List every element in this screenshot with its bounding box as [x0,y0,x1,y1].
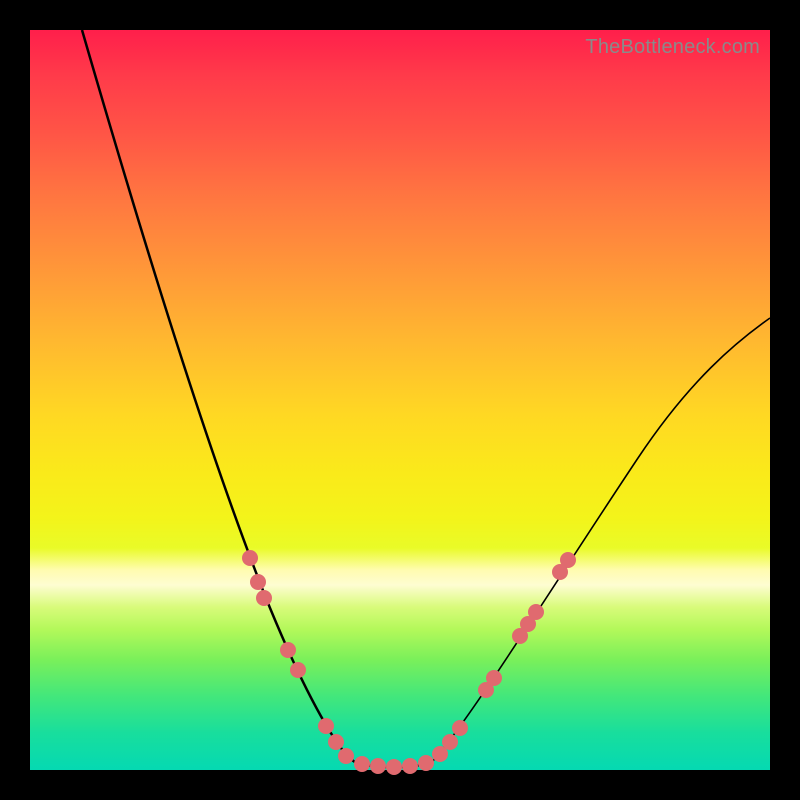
dot [250,574,266,590]
dot [338,748,354,764]
dot [280,642,296,658]
bottleneck-curve [30,30,770,770]
dot [242,550,258,566]
dot [528,604,544,620]
chart-frame: TheBottleneck.com [0,0,800,800]
dot [442,734,458,750]
dot [386,759,402,775]
dot [328,734,344,750]
dot [354,756,370,772]
plot-area: TheBottleneck.com [30,30,770,770]
dot [486,670,502,686]
dot [318,718,334,734]
dot [452,720,468,736]
dot [370,758,386,774]
dot [402,758,418,774]
dot [418,755,434,771]
dot [256,590,272,606]
curve-left-branch [82,30,355,762]
marker-dots [242,550,576,775]
dot [290,662,306,678]
dot [560,552,576,568]
